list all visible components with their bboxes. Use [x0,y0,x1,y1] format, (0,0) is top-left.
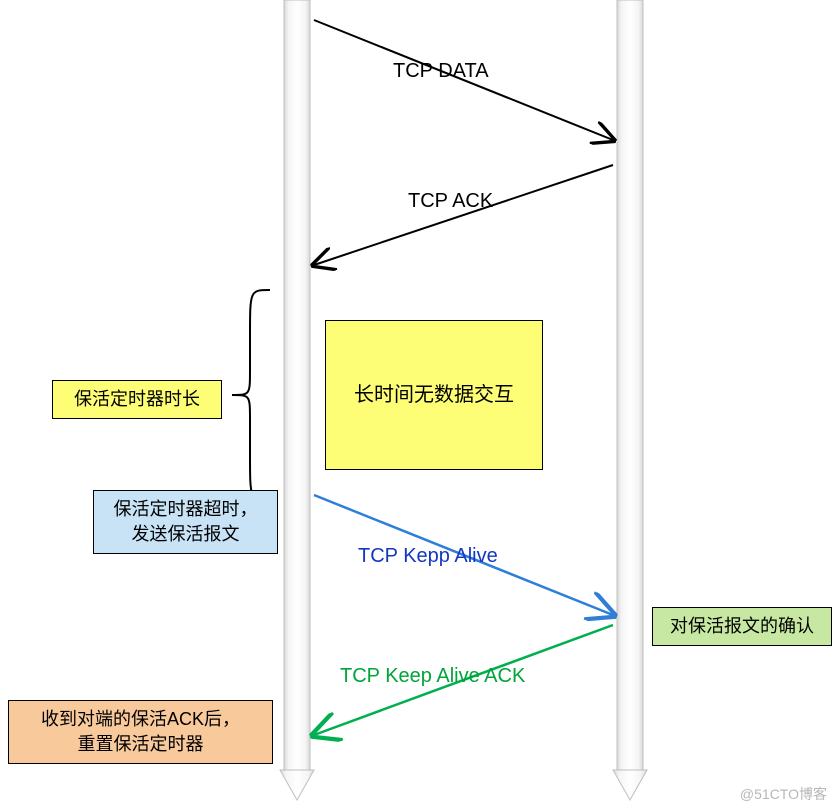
label-keep-alive-ack: TCP Keep Alive ACK [340,665,525,688]
msg-tcp-ack [314,165,613,265]
note-timer-expire: 保活定时器超时， 发送保活报文 [93,490,278,554]
note-reset-timer: 收到对端的保活ACK后， 重置保活定时器 [8,700,273,764]
note-idle: 长时间无数据交互 [325,320,543,470]
note-timer-duration: 保活定时器时长 [52,380,222,419]
watermark: @51CTO博客 [740,784,827,804]
note-peer-confirm: 对保活报文的确认 [652,607,832,646]
lifeline-server [613,0,647,800]
brace-timer [232,290,270,500]
label-tcp-data: TCP DATA [393,60,489,83]
label-keep-alive: TCP Kepp Alive [358,545,498,568]
lifeline-client [280,0,314,800]
label-tcp-ack: TCP ACK [408,190,493,213]
